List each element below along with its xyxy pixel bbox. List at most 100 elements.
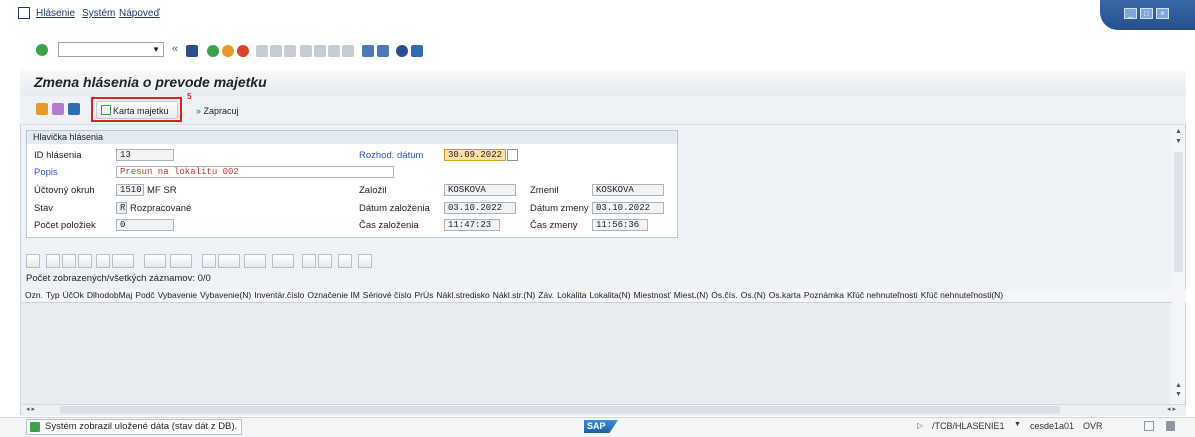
last-page-icon[interactable] bbox=[342, 45, 354, 57]
chevron-down-icon[interactable]: ▼ bbox=[152, 45, 160, 54]
datum-zmeny-field[interactable]: 03.10.2022 bbox=[592, 202, 664, 214]
column-header[interactable]: Ozn. bbox=[25, 290, 43, 300]
export-icon[interactable] bbox=[244, 254, 266, 268]
sort-descending-icon[interactable] bbox=[62, 254, 76, 268]
column-header[interactable]: Záv. bbox=[538, 290, 554, 300]
select-all-icon[interactable] bbox=[358, 254, 372, 268]
status-message[interactable]: Systém zobrazil uložené dáta (stav dát z… bbox=[26, 419, 243, 435]
chevron-down-icon[interactable]: ▼ bbox=[1014, 421, 1021, 428]
sum-icon[interactable] bbox=[144, 254, 166, 268]
column-header[interactable]: PrÚs bbox=[414, 290, 433, 300]
layout-icon[interactable] bbox=[411, 45, 423, 57]
column-header[interactable]: Os.karta bbox=[769, 290, 801, 300]
print-icon[interactable] bbox=[256, 45, 268, 57]
column-header[interactable]: DlhodobMaj bbox=[87, 290, 132, 300]
cas-zmeny-field[interactable]: 11:56:36 bbox=[592, 219, 648, 231]
details-icon[interactable] bbox=[26, 254, 40, 268]
column-header[interactable]: Označenie IM bbox=[307, 290, 359, 300]
scroll-thumb[interactable] bbox=[60, 406, 1060, 414]
column-header[interactable]: Os.(N) bbox=[741, 290, 766, 300]
transaction-code[interactable]: /TCB/HLASENIE1 bbox=[932, 421, 1005, 431]
print-preview-icon[interactable] bbox=[202, 254, 216, 268]
column-header[interactable]: Kľúč nehnuteľnosti bbox=[847, 290, 918, 300]
column-header[interactable]: Kľúč nehnuteľnosti(N) bbox=[921, 290, 1003, 300]
column-header[interactable]: Typ bbox=[46, 290, 60, 300]
display-change-icon[interactable] bbox=[52, 103, 64, 115]
find-icon[interactable] bbox=[78, 254, 92, 268]
column-header[interactable]: Vybavenie(N) bbox=[200, 290, 251, 300]
close-icon[interactable]: × bbox=[1156, 8, 1169, 19]
vertical-scrollbar[interactable]: ▲ ▼ ▲ ▼ bbox=[1172, 128, 1185, 400]
maximize-icon[interactable]: □ bbox=[1140, 8, 1153, 19]
edit-icon[interactable] bbox=[36, 103, 48, 115]
zapracuj-button[interactable]: » Zapracuj bbox=[196, 102, 239, 120]
calendar-icon[interactable] bbox=[507, 149, 518, 161]
column-header[interactable]: Os.čís. bbox=[711, 290, 737, 300]
input-mode[interactable]: OVR bbox=[1083, 421, 1103, 431]
sort-ascending-icon[interactable] bbox=[46, 254, 60, 268]
minimize-icon[interactable]: _ bbox=[1124, 8, 1137, 19]
command-field[interactable]: ▼ bbox=[58, 42, 164, 57]
horizontal-scrollbar[interactable]: ◂ ▸ ◂ ▸ bbox=[22, 404, 1186, 416]
column-header[interactable]: Lokalita bbox=[557, 290, 586, 300]
cas-zalozenia-field[interactable]: 11:47:23 bbox=[444, 219, 500, 231]
play-icon[interactable]: ▷ bbox=[917, 421, 923, 430]
column-header[interactable]: Sériové číslo bbox=[363, 290, 412, 300]
help-icon[interactable] bbox=[396, 45, 408, 57]
pocet-poloziek-field[interactable]: 0 bbox=[116, 219, 174, 231]
filter-icon[interactable] bbox=[112, 254, 134, 268]
next-page-icon[interactable] bbox=[328, 45, 340, 57]
back-icon[interactable]: « bbox=[172, 43, 178, 55]
subtotal-icon[interactable] bbox=[170, 254, 192, 268]
info-icon[interactable] bbox=[338, 254, 352, 268]
prev-page-icon[interactable] bbox=[314, 45, 326, 57]
column-header[interactable]: Poznámka bbox=[804, 290, 844, 300]
zmenil-field[interactable]: KOSKOVA bbox=[592, 184, 664, 196]
column-header[interactable]: Podč bbox=[135, 290, 154, 300]
menu-napoved[interactable]: Nápoveď bbox=[119, 8, 160, 19]
column-header[interactable]: Nákl.stredisko bbox=[436, 290, 489, 300]
scroll-down-icon[interactable]: ▼ bbox=[1175, 391, 1182, 398]
enter-check-icon[interactable] bbox=[36, 44, 48, 56]
cancel-icon[interactable] bbox=[237, 45, 249, 57]
lock-icon[interactable] bbox=[1166, 421, 1175, 431]
zalozil-field[interactable]: KOSKOVA bbox=[444, 184, 516, 196]
scroll-right-icon[interactable]: ◂ ▸ bbox=[1167, 405, 1176, 413]
rozhod-datum-field[interactable]: 30.09.2022 bbox=[444, 149, 506, 161]
menu-system[interactable]: Systém bbox=[82, 8, 115, 19]
uctovny-okruh-field[interactable]: 1510 bbox=[116, 184, 144, 196]
column-header[interactable]: Miest.(N) bbox=[674, 290, 708, 300]
column-header[interactable]: Inventár.číslo bbox=[254, 290, 304, 300]
find-icon[interactable] bbox=[270, 45, 282, 57]
views-icon[interactable] bbox=[218, 254, 240, 268]
scroll-up-icon[interactable]: ▲ bbox=[1175, 382, 1182, 389]
graphic-icon[interactable] bbox=[302, 254, 316, 268]
stav-field[interactable]: R bbox=[116, 202, 127, 214]
id-field[interactable]: 13 bbox=[116, 149, 174, 161]
abc-analysis-icon[interactable] bbox=[318, 254, 332, 268]
column-header[interactable]: Lokalita(N) bbox=[589, 290, 630, 300]
first-page-icon[interactable] bbox=[300, 45, 312, 57]
scroll-up-icon[interactable]: ▲ bbox=[1175, 128, 1182, 135]
shortcut-icon[interactable] bbox=[377, 45, 389, 57]
datum-zalozenia-field[interactable]: 03.10.2022 bbox=[444, 202, 516, 214]
menu-hlasenie[interactable]: Hlásenie bbox=[36, 8, 75, 19]
save-icon[interactable] bbox=[186, 45, 198, 57]
column-header[interactable]: Miestnosť bbox=[634, 290, 671, 300]
find-next-icon[interactable] bbox=[96, 254, 110, 268]
exit-icon[interactable] bbox=[222, 45, 234, 57]
find-next-icon[interactable] bbox=[284, 45, 296, 57]
scroll-down-icon[interactable]: ▼ bbox=[1175, 138, 1182, 145]
column-header[interactable]: Nákl.str.(N) bbox=[493, 290, 536, 300]
scroll-left-icon[interactable]: ◂ ▸ bbox=[26, 405, 35, 413]
menu-icon[interactable] bbox=[18, 7, 30, 19]
column-header[interactable]: ÚčOk bbox=[63, 290, 84, 300]
back-nav-icon[interactable] bbox=[207, 45, 219, 57]
new-session-icon[interactable] bbox=[362, 45, 374, 57]
layout-icon[interactable] bbox=[272, 254, 294, 268]
popis-field[interactable]: Presun na lokalitu 002 bbox=[116, 166, 394, 178]
other-object-icon[interactable] bbox=[68, 103, 80, 115]
column-header[interactable]: Vybavenie bbox=[158, 290, 197, 300]
scroll-thumb[interactable] bbox=[1174, 152, 1183, 272]
layout-icon[interactable] bbox=[1144, 421, 1154, 431]
